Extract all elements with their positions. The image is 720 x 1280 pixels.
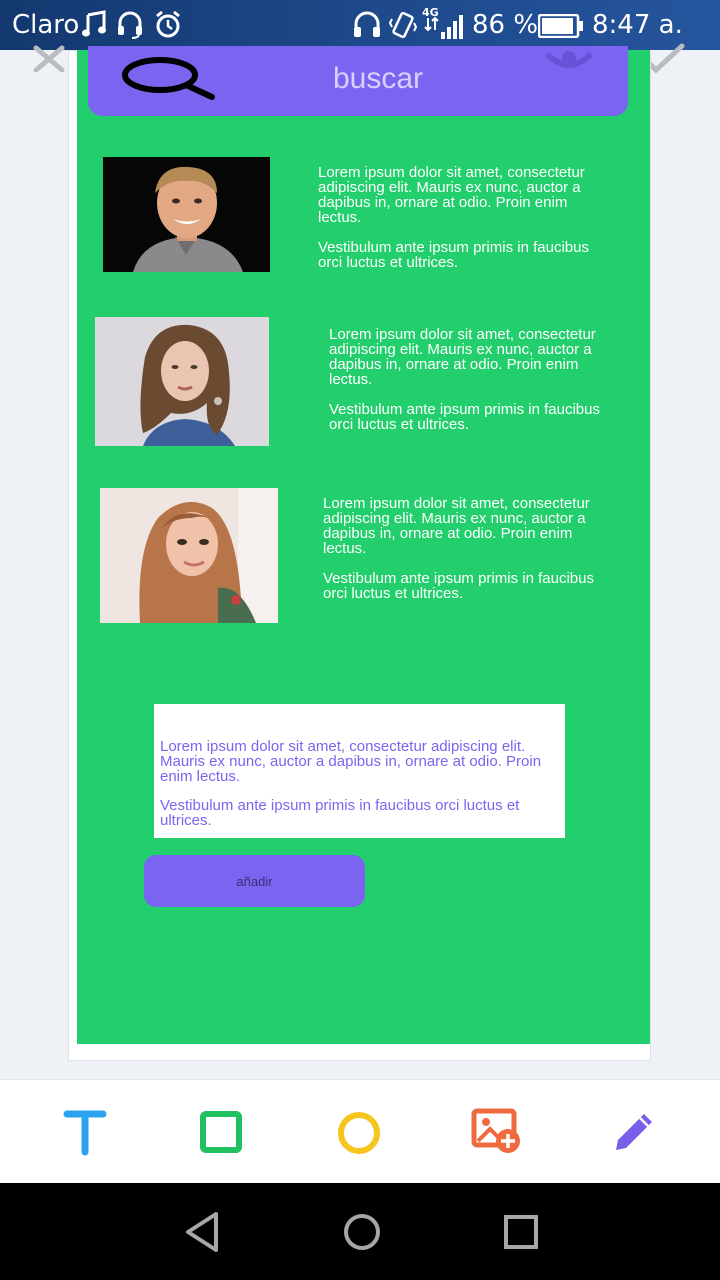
card-paragraph: Lorem ipsum dolor sit amet, consectetur … (318, 164, 585, 226)
headphones-icon (352, 9, 382, 43)
card-description: Lorem ipsum dolor sit amet, consectetur … (329, 327, 604, 432)
close-icon[interactable] (30, 42, 68, 77)
card-description: Lorem ipsum dolor sit amet, consectetur … (318, 165, 603, 270)
vibrate-icon (388, 9, 418, 45)
profile-photo-woman-long-hair (100, 488, 278, 623)
add-button[interactable]: añadir (144, 855, 365, 907)
card-paragraph: Vestibulum ante ipsum primis in faucibus… (329, 401, 600, 433)
headset-icon (116, 9, 144, 43)
text-tool-icon[interactable] (63, 1108, 107, 1161)
card-paragraph: Vestibulum ante ipsum primis in faucibus… (318, 239, 589, 271)
card-paragraph: Vestibulum ante ipsum primis in faucibus… (323, 570, 594, 602)
rectangle-tool-icon[interactable] (199, 1110, 243, 1159)
pencil-tool-icon[interactable] (612, 1108, 658, 1159)
back-icon[interactable] (182, 1210, 222, 1259)
note-paragraph: Vestibulum ante ipsum primis in faucibus… (160, 797, 520, 829)
card-paragraph: Lorem ipsum dolor sit amet, consectetur … (329, 326, 596, 388)
card-description: Lorem ipsum dolor sit amet, consectetur … (323, 496, 598, 601)
recent-apps-icon[interactable] (503, 1214, 539, 1255)
home-icon[interactable] (341, 1210, 383, 1259)
circle-tool-icon[interactable] (336, 1110, 382, 1161)
carrier-name: Claro (12, 10, 80, 40)
status-bar: Claro 4G 86 % 8:47 a. m. (0, 0, 720, 70)
profile-photo-man (103, 157, 270, 272)
note-paragraph: Lorem ipsum dolor sit amet, consectetur … (160, 738, 542, 785)
music-note-icon (82, 9, 108, 43)
profile-photo-woman-curly (95, 317, 269, 446)
search-label: buscar (333, 62, 424, 95)
battery-icon (537, 13, 584, 42)
eye-icon[interactable] (544, 46, 594, 79)
search-icon[interactable] (120, 55, 220, 106)
signal-strength-icon (424, 14, 464, 44)
battery-percentage: 86 % (472, 10, 539, 40)
alarm-clock-icon (154, 9, 182, 43)
note-text: Lorem ipsum dolor sit amet, consectetur … (160, 739, 555, 828)
card-paragraph: Lorem ipsum dolor sit amet, consectetur … (323, 495, 590, 557)
add-image-tool-icon[interactable] (470, 1107, 524, 1160)
